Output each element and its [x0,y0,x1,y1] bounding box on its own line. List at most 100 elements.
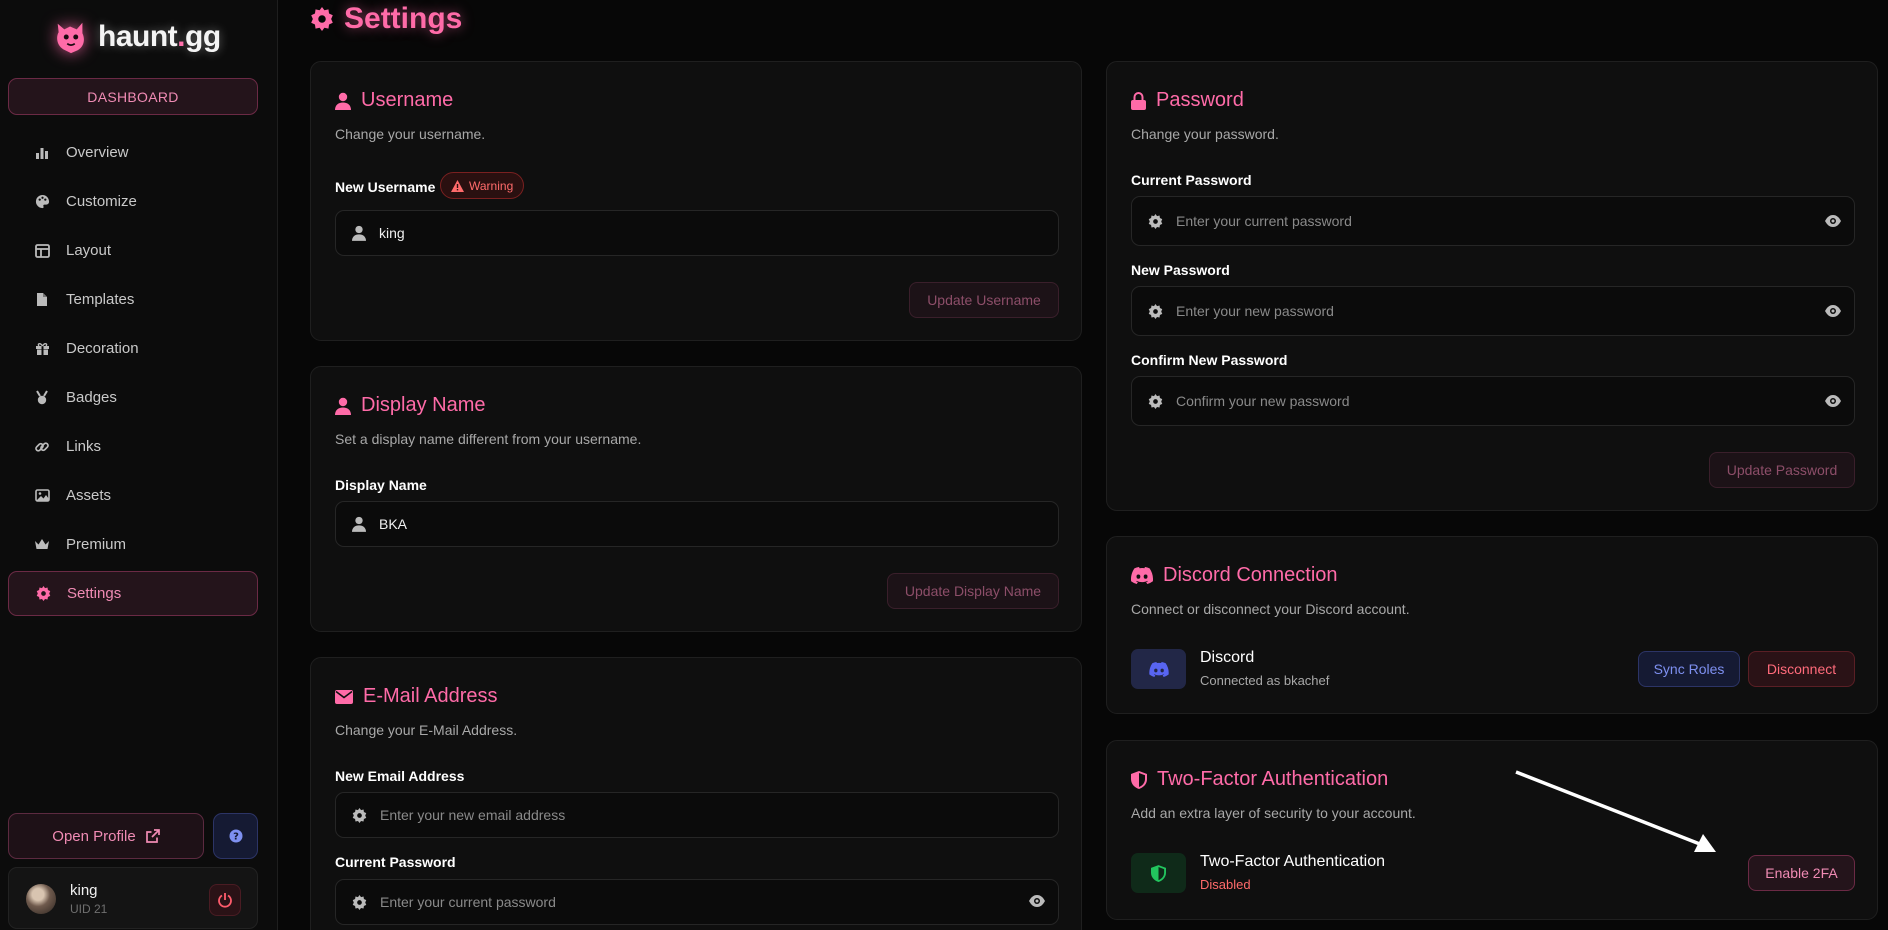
sidebar-item-layout[interactable]: Layout [8,228,258,273]
user-icon [352,516,366,532]
sidebar-item-label: Assets [66,487,112,504]
email-card: E-Mail Address Change your E-Mail Addres… [310,657,1082,930]
page-title-text: Settings [344,2,463,35]
warning-badge[interactable]: Warning [440,172,525,199]
user-icon [352,225,366,241]
help-button[interactable]: ? [213,813,258,859]
ghost-cat-icon [57,22,84,54]
card-title-text: Username [361,89,454,111]
gear-icon [1148,213,1163,229]
sidebar-item-premium[interactable]: Premium [8,522,258,567]
new-password-label: New Password [1131,262,1230,278]
current-password-label: Current Password [1131,172,1252,188]
gear-icon [352,894,367,910]
brand-dot: . [177,20,185,53]
sidebar-item-templates[interactable]: Templates [8,277,258,322]
sidebar-item-label: Settings [67,585,122,602]
sidebar: haunt.gg DASHBOARD Overview Customize La… [0,0,278,930]
discord-connection-card: Discord Connection Connect or disconnect… [1106,536,1878,714]
brand-name: haunt.gg [98,20,221,54]
display-name-label: Display Name [335,477,427,493]
enable-2fa-button[interactable]: Enable 2FA [1748,855,1855,891]
card-description: Change your E-Mail Address. [335,722,518,738]
discord-service-icon [1131,649,1186,689]
sidebar-item-label: Overview [66,144,129,161]
sidebar-item-customize[interactable]: Customize [8,179,258,224]
current-password-placeholder: Enter your current password [1176,213,1352,229]
link-icon [34,439,50,455]
user-uid: UID 21 [70,902,108,916]
avatar[interactable] [26,884,56,914]
sidebar-item-overview[interactable]: Overview [8,130,258,175]
gift-icon [34,341,50,357]
new-username-label: New Username [335,179,436,195]
confirm-password-input[interactable]: Confirm your new password [1131,376,1855,426]
username-value: king [379,225,405,241]
confirm-password-label: Confirm New Password [1131,352,1288,368]
sync-roles-button[interactable]: Sync Roles [1638,651,1740,687]
card-title-text: Password [1156,89,1244,111]
gear-icon [311,7,333,31]
card-title: Display Name [335,394,485,417]
gear-icon [1148,303,1163,319]
card-description: Change your username. [335,126,486,142]
question-icon: ? [229,829,242,843]
sidebar-item-badges[interactable]: Badges [8,375,258,420]
current-password-input[interactable]: Enter your current password [1131,196,1855,246]
two-factor-card: Two-Factor Authentication Add an extra l… [1106,740,1878,920]
card-description: Set a display name different from your u… [335,431,642,447]
discord-icon [1148,661,1169,677]
sidebar-item-decoration[interactable]: Decoration [8,326,258,371]
sidebar-item-label: Links [66,438,102,455]
layout-icon [34,243,50,259]
current-password-label: Current Password [335,854,456,870]
disconnect-button[interactable]: Disconnect [1748,651,1855,687]
new-password-input[interactable]: Enter your new password [1131,286,1855,336]
discord-service-name: Discord [1200,649,1255,666]
shield-icon [1151,864,1166,882]
logout-button[interactable] [209,884,241,916]
eye-icon[interactable] [1824,214,1842,228]
email-input[interactable]: Enter your new email address [335,792,1059,838]
eye-icon[interactable] [1028,894,1046,908]
dashboard-button[interactable]: DASHBOARD [8,78,258,115]
warning-icon [451,179,464,192]
password-card: Password Change your password. Current P… [1106,61,1878,511]
display-name-value: BKA [379,516,408,532]
open-profile-button[interactable]: Open Profile [8,813,204,859]
update-username-button[interactable]: Update Username [909,282,1059,318]
update-password-button[interactable]: Update Password [1709,452,1855,488]
sidebar-item-settings[interactable]: Settings [8,571,258,616]
sidebar-nav: Overview Customize Layout Templates Deco… [8,130,258,620]
crown-icon [34,537,50,553]
sidebar-item-links[interactable]: Links [8,424,258,469]
user-name: king [70,882,98,899]
display-name-card: Display Name Set a display name differen… [310,366,1082,632]
brand-name-main: haunt [98,20,178,53]
brand-logo[interactable]: haunt.gg [52,18,221,56]
sidebar-item-assets[interactable]: Assets [8,473,258,518]
power-icon [218,893,232,908]
eye-icon[interactable] [1824,394,1842,408]
card-description: Connect or disconnect your Discord accou… [1131,601,1410,617]
card-description: Add an extra layer of security to your a… [1131,805,1416,821]
card-title-text: E-Mail Address [363,685,498,707]
card-title: Discord Connection [1131,564,1338,587]
warning-label: Warning [469,178,514,193]
card-title-text: Two-Factor Authentication [1157,768,1389,790]
user-icon [335,92,351,110]
bar-chart-icon [34,145,50,161]
email-current-password-input[interactable]: Enter your current password [335,879,1059,925]
gear-icon [352,807,367,823]
page-title: Settings [310,2,462,36]
card-title-text: Display Name [361,394,486,416]
eye-icon[interactable] [1824,304,1842,318]
open-profile-label: Open Profile [52,827,136,845]
twofa-status: Disabled [1200,877,1251,892]
display-name-input[interactable]: BKA [335,501,1059,547]
username-input[interactable]: king [335,210,1059,256]
external-link-icon [145,829,160,843]
update-display-name-button[interactable]: Update Display Name [887,573,1059,609]
user-card: king UID 21 [8,867,258,929]
card-description: Change your password. [1131,126,1279,142]
